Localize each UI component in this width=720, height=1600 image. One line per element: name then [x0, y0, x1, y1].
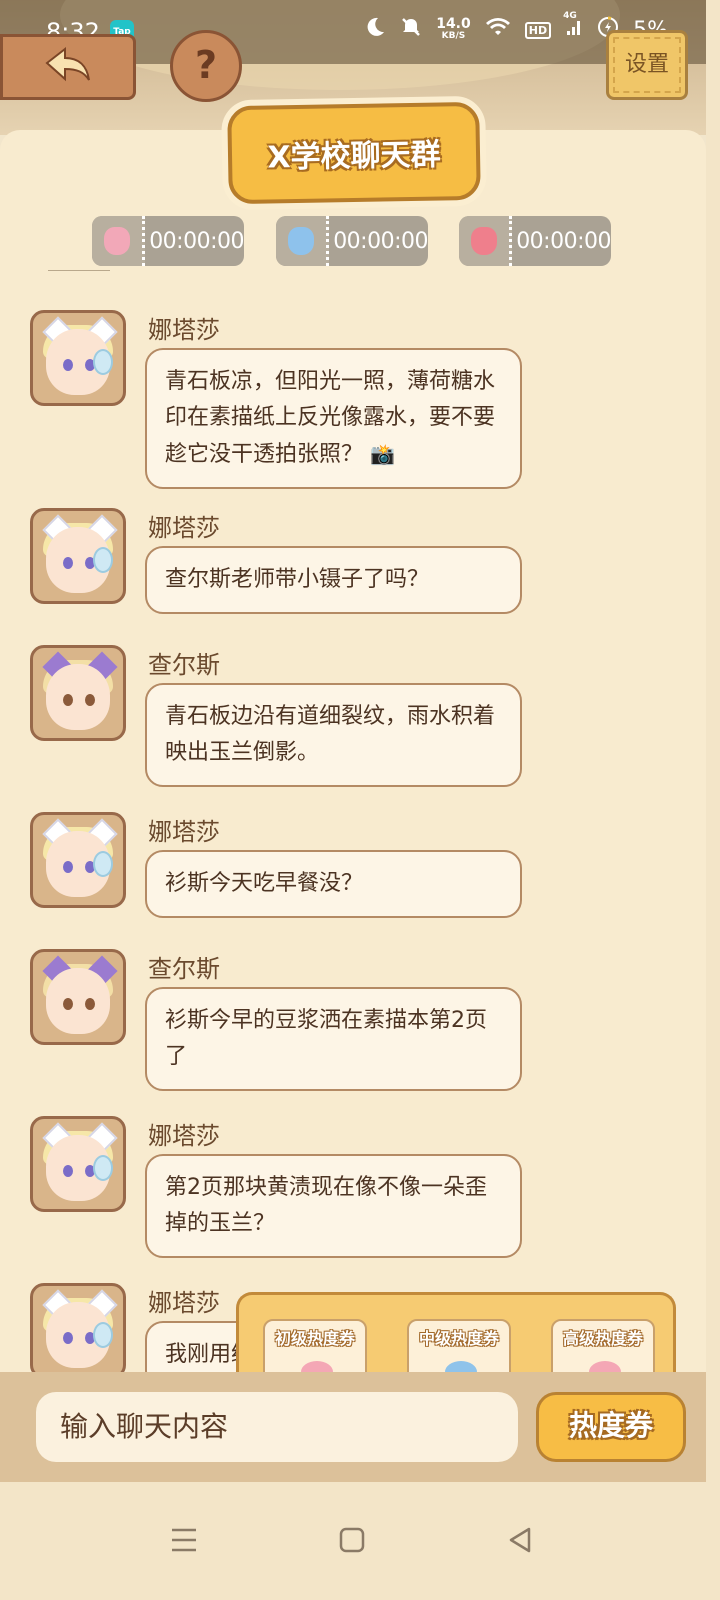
avatar[interactable]	[30, 310, 126, 406]
home-nav-button[interactable]	[322, 1512, 382, 1572]
timer-value: 00:00:00	[333, 228, 428, 254]
back-arrow-icon	[43, 45, 93, 89]
message-text: 查尔斯老师带小镊子了吗？	[165, 567, 430, 592]
character-avatar-icon	[104, 227, 131, 255]
heat-coupon-button[interactable]: 热度券	[536, 1392, 686, 1462]
chat-input[interactable]: 输入聊天内容	[36, 1392, 518, 1462]
message-text: 衫斯今早的豆浆洒在素描本第2页了	[165, 1008, 487, 1069]
timer-value: 00:00:00	[516, 228, 611, 254]
coupon-label: 初级热度券	[274, 1329, 355, 1348]
sender-name: 娜塔莎	[148, 514, 220, 542]
message-bubble: 衫斯今天吃早餐没？	[145, 850, 522, 918]
net-speed: 14.0 KB/S	[436, 16, 471, 42]
message-bubble: 青石板凉，但阳光一照，薄荷糖水印在素描纸上反光像露水，要不要趁它没干透拍张照？ …	[145, 348, 522, 489]
message-text: 第2页那块黄渍现在像不像一朵歪掉的玉兰？	[165, 1175, 487, 1236]
message-bubble: 衫斯今早的豆浆洒在素描本第2页了	[145, 987, 522, 1091]
sender-name: 娜塔莎	[148, 1122, 220, 1150]
timer-1: 00:00:00	[92, 216, 244, 266]
system-nav-bar	[0, 1482, 720, 1600]
coupon-label: 中级热度券	[418, 1329, 499, 1348]
hd-badge: HD	[524, 21, 552, 39]
signal-label: 4G	[563, 11, 577, 21]
timer-3: 00:00:00	[459, 216, 611, 266]
sender-name: 娜塔莎	[148, 1289, 220, 1317]
back-nav-button[interactable]	[490, 1512, 550, 1572]
coupon-label: 高级热度券	[562, 1329, 643, 1348]
character-avatar-icon	[471, 227, 498, 255]
message-text: 青石板凉，但阳光一照，薄荷糖水印在素描纸上反光像露水，要不要趁它没干透拍张照？	[165, 369, 496, 467]
divider	[48, 270, 110, 271]
sender-name: 查尔斯	[148, 955, 220, 983]
net-speed-value: 14.0	[436, 16, 471, 32]
avatar[interactable]	[30, 1283, 126, 1379]
back-triangle-icon	[507, 1526, 533, 1558]
message-bubble: 第2页那块黄渍现在像不像一朵歪掉的玉兰？	[145, 1154, 522, 1258]
settings-button[interactable]: 设置	[606, 30, 688, 100]
menu-icon	[170, 1527, 198, 1557]
sender-name: 娜塔莎	[148, 818, 220, 846]
menu-nav-button[interactable]	[154, 1512, 214, 1572]
chat-title-banner: X学校聊天群	[227, 101, 481, 205]
message-bubble: 青石板边沿有道细裂纹，雨水积着映出玉兰倒影。	[145, 683, 522, 787]
signal-icon: 4G	[563, 11, 583, 43]
wifi-icon	[485, 17, 511, 43]
right-edge	[706, 0, 720, 1600]
character-avatar-icon	[288, 227, 315, 255]
bell-muted-icon	[400, 16, 422, 44]
help-button[interactable]: ?	[170, 30, 242, 102]
avatar[interactable]	[30, 949, 126, 1045]
avatar[interactable]	[30, 508, 126, 604]
timer-value: 00:00:00	[149, 228, 244, 254]
camera-emoji: 📸	[370, 442, 395, 466]
home-square-icon	[339, 1527, 365, 1557]
sender-name: 查尔斯	[148, 651, 220, 679]
timer-2: 00:00:00	[276, 216, 428, 266]
message-text: 青石板边沿有道细裂纹，雨水积着映出玉兰倒影。	[165, 704, 496, 765]
page-title: X学校聊天群	[267, 137, 441, 176]
moon-icon	[364, 16, 386, 44]
heat-coupon-label: 热度券	[568, 1409, 653, 1442]
avatar[interactable]	[30, 812, 126, 908]
message-text: 衫斯今天吃早餐没？	[165, 871, 364, 896]
sender-name: 娜塔莎	[148, 316, 220, 344]
avatar[interactable]	[30, 645, 126, 741]
avatar[interactable]	[30, 1116, 126, 1212]
input-bar: 输入聊天内容 热度券	[0, 1372, 706, 1482]
back-button[interactable]	[0, 34, 136, 100]
message-bubble: 查尔斯老师带小镊子了吗？	[145, 546, 522, 614]
